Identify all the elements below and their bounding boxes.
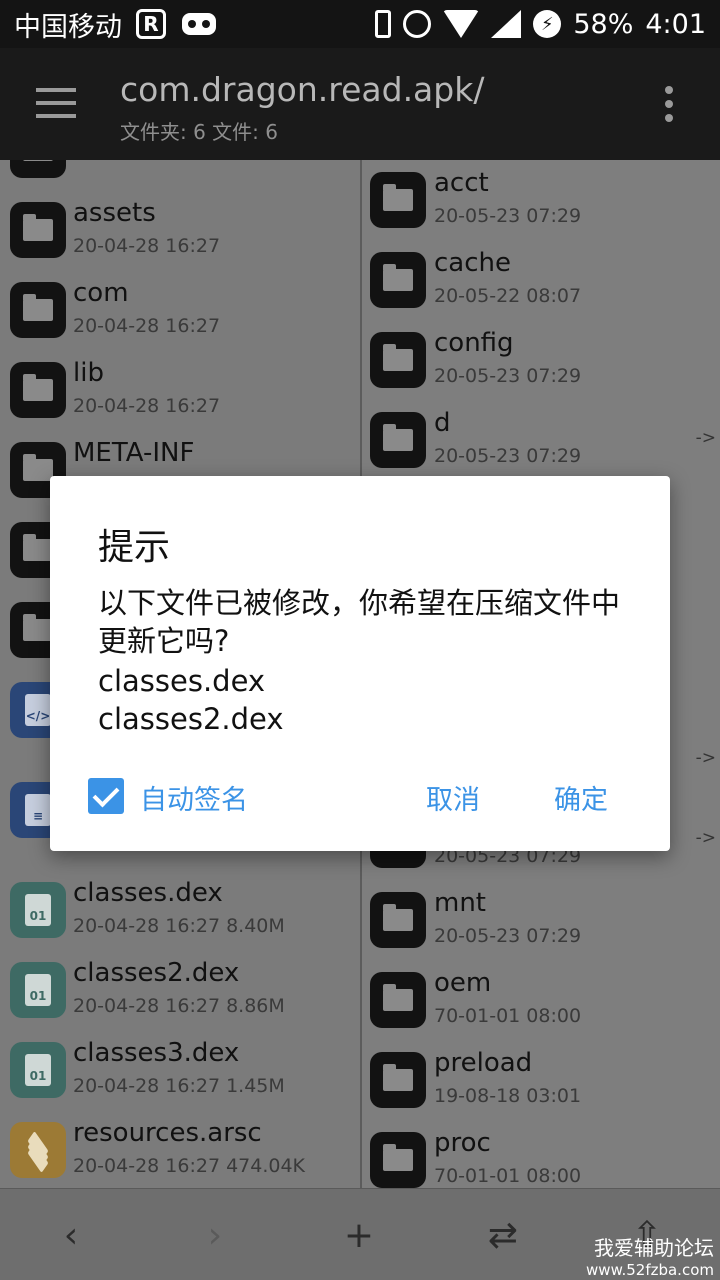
path-title: com.dragon.read.apk/ (120, 70, 485, 109)
folder-icon (370, 892, 426, 948)
item-name: classes.dex (73, 878, 223, 908)
folder-icon (370, 1052, 426, 1108)
list-item[interactable]: resources.arsc 20-04-28 16:27 474.04K (0, 1110, 360, 1188)
item-meta: 20-04-28 16:27 1.45M (73, 1075, 285, 1097)
list-item[interactable]: assets 20-04-28 16:27 (0, 190, 360, 270)
add-button[interactable]: + (334, 1211, 384, 1261)
list-item[interactable]: 01 classes.dex 20-04-28 16:27 8.40M (0, 870, 360, 950)
item-name: config (434, 328, 514, 358)
path-subtitle: 文件夹: 6 文件: 6 (120, 120, 278, 144)
list-item[interactable]: config 20-05-23 07:29 (362, 320, 720, 400)
item-meta: 70-01-01 08:00 (434, 1165, 582, 1187)
item-name: resources.arsc (73, 1118, 262, 1148)
list-item[interactable]: preload 19-08-18 03:01 (362, 1040, 720, 1120)
resources-file-icon (10, 1122, 66, 1178)
battery-charging-icon: ⚡ (533, 10, 562, 38)
item-meta: 20-05-23 07:29 (434, 205, 582, 227)
dex-file-icon: 01 (10, 1042, 66, 1098)
list-item[interactable]: acct 20-05-23 07:29 (362, 160, 720, 240)
folder-icon (370, 1132, 426, 1188)
clock: 4:01 (645, 8, 706, 40)
item-name: acct (434, 168, 489, 198)
item-meta: 20-04-28 16:27 8.40M (73, 915, 285, 937)
more-options-icon[interactable] (665, 86, 675, 122)
r-app-icon: R (136, 9, 166, 39)
dialog-title: 提示 (98, 527, 171, 568)
item-meta: 19-08-18 03:01 (434, 1085, 582, 1107)
list-item[interactable]: lib 20-04-28 16:27 (0, 350, 360, 430)
battery-level: 58% (573, 8, 634, 40)
cancel-button[interactable]: 取消 (426, 778, 480, 817)
list-item[interactable]: oem 70-01-01 08:00 (362, 960, 720, 1040)
dialog-message: 以下文件已被修改，你希望在压缩文件中更新它吗? (98, 586, 621, 658)
status-icons: ⚡ 58% 4:01 (375, 9, 706, 40)
ok-button[interactable]: 确定 (554, 778, 608, 817)
symlink-indicator: -> (695, 428, 716, 448)
watermark: 我爱辅助论坛 www.52fzba.com (586, 1232, 714, 1279)
watermark-line2: www.52fzba.com (586, 1261, 714, 1279)
mask-notification-icon (182, 13, 216, 35)
status-bar: 中国移动 R ⚡ 58% 4:01 (0, 0, 720, 48)
list-item[interactable]: proc 70-01-01 08:00 (362, 1120, 720, 1188)
item-meta: 20-05-22 08:07 (434, 285, 582, 307)
list-item[interactable]: cache 20-05-22 08:07 (362, 240, 720, 320)
item-meta: 20-05-23 07:29 (434, 925, 582, 947)
back-button[interactable]: ‹ (46, 1211, 96, 1261)
item-meta: 20-04-28 16:27 (73, 395, 221, 417)
item-name: preload (434, 1048, 533, 1078)
carrier-name: 中国移动 (14, 11, 122, 43)
list-item[interactable]: 01 classes3.dex 20-04-28 16:27 1.45M (0, 1030, 360, 1110)
item-meta: 70-01-01 08:00 (434, 1005, 582, 1027)
item-name: META-INF (73, 438, 195, 468)
item-name: assets (73, 198, 156, 228)
menu-icon[interactable] (36, 88, 76, 118)
forward-button[interactable]: › (190, 1211, 240, 1261)
item-name: oem (434, 968, 492, 998)
item-name: mnt (434, 888, 486, 918)
auto-sign-checkbox[interactable] (88, 778, 124, 814)
dex-file-icon: 01 (10, 882, 66, 938)
app-bar: com.dragon.read.apk/ 文件夹: 6 文件: 6 (0, 48, 720, 160)
update-archive-dialog: 提示 以下文件已被修改，你希望在压缩文件中更新它吗? classes.dex c… (50, 476, 670, 851)
item-name: cache (434, 248, 511, 278)
item-name: classes2.dex (73, 958, 240, 988)
folder-icon (10, 362, 66, 418)
auto-sign-label[interactable]: 自动签名 (140, 778, 248, 817)
folder-icon (10, 282, 66, 338)
alarm-icon (403, 10, 432, 38)
symlink-indicator: -> (695, 748, 716, 768)
item-name: lib (73, 358, 104, 388)
watermark-line1: 我爱辅助论坛 (594, 1236, 714, 1260)
item-meta: 20-04-28 16:27 (73, 235, 221, 257)
item-name: com (73, 278, 129, 308)
list-item[interactable]: com 20-04-28 16:27 (0, 270, 360, 350)
folder-icon (370, 332, 426, 388)
item-meta: 20-04-28 16:27 (73, 315, 221, 337)
list-item[interactable]: mnt 20-05-23 07:29 (362, 880, 720, 960)
folder-icon (370, 172, 426, 228)
list-item[interactable] (0, 160, 360, 190)
folder-icon (10, 160, 66, 178)
item-meta: 20-04-28 16:27 474.04K (73, 1155, 306, 1177)
item-name: d (434, 408, 451, 438)
folder-icon (10, 202, 66, 258)
dex-file-icon: 01 (10, 962, 66, 1018)
item-meta: 20-05-23 07:29 (434, 365, 582, 387)
item-name: proc (434, 1128, 491, 1158)
item-name: classes3.dex (73, 1038, 240, 1068)
list-item[interactable]: d 20-05-23 07:29 -> (362, 400, 720, 480)
modified-file-2: classes2.dex (98, 702, 284, 736)
vibrate-icon (375, 10, 392, 38)
wifi-icon (443, 10, 480, 38)
item-meta: 20-05-23 07:29 (434, 445, 582, 467)
modified-file-1: classes.dex (98, 664, 266, 698)
folder-icon (370, 412, 426, 468)
swap-panes-button[interactable]: ⇄ (478, 1211, 528, 1261)
item-meta: 20-04-28 16:27 8.86M (73, 995, 285, 1017)
signal-icon (491, 10, 522, 38)
folder-icon (370, 972, 426, 1028)
folder-icon (370, 252, 426, 308)
list-item[interactable]: 01 classes2.dex 20-04-28 16:27 8.86M (0, 950, 360, 1030)
